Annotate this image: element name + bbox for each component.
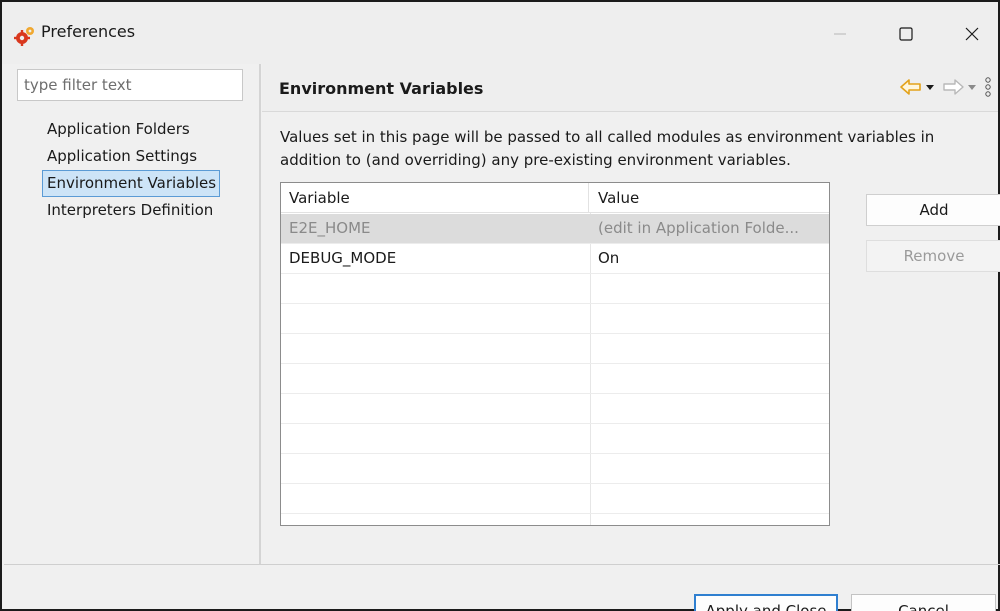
column-divider — [829, 183, 830, 526]
window-title: Preferences — [41, 22, 136, 41]
cell-variable: DEBUG_MODE — [289, 249, 397, 267]
table-row[interactable]: E2E_HOME (edit in Application Folde... — [281, 214, 829, 244]
nav-item-environment-variables[interactable]: Environment Variables — [42, 170, 221, 197]
close-icon — [965, 27, 979, 41]
cell-variable — [281, 334, 589, 363]
table-row — [281, 514, 829, 525]
variables-table: Variable Value E2E_HOME (edit in Applica… — [280, 182, 830, 526]
cell-value — [590, 484, 828, 513]
table-row — [281, 364, 829, 394]
close-button[interactable] — [952, 14, 992, 54]
maximize-button[interactable] — [886, 14, 926, 54]
add-button[interactable]: Add — [866, 194, 1000, 226]
filter-input[interactable] — [17, 69, 243, 101]
nav-item-application-folders[interactable]: Application Folders — [42, 116, 220, 143]
maximize-icon — [899, 27, 913, 41]
forward-dropdown[interactable] — [966, 82, 978, 92]
preferences-window: Preferences Application Folders Applicat… — [0, 0, 1000, 611]
cell-variable — [281, 484, 589, 513]
cell-variable — [281, 454, 589, 483]
page-header: Environment Variables — [262, 64, 998, 112]
forward-arrow-icon — [943, 79, 964, 95]
forward-button[interactable] — [942, 79, 964, 95]
table-body: E2E_HOME (edit in Application Folde... D… — [281, 214, 829, 525]
back-dropdown[interactable] — [924, 82, 936, 92]
cell-variable: E2E_HOME — [289, 219, 371, 237]
cell-value — [590, 424, 828, 453]
cell-variable — [281, 394, 589, 423]
cell-value — [590, 364, 828, 393]
apply-and-close-button[interactable]: Apply and Close — [694, 594, 838, 611]
view-menu-button[interactable] — [984, 76, 992, 98]
cell-value: On — [598, 249, 620, 267]
table-row — [281, 424, 829, 454]
pane-divider[interactable] — [259, 64, 261, 564]
table-header: Variable Value — [281, 183, 829, 213]
footer-divider — [4, 564, 1000, 565]
back-button[interactable] — [900, 79, 922, 95]
column-header-variable[interactable]: Variable — [281, 183, 589, 213]
title-bar[interactable]: Preferences — [2, 2, 998, 64]
table-row — [281, 484, 829, 514]
page-title: Environment Variables — [279, 79, 484, 98]
cell-value — [590, 334, 828, 363]
gear-icon — [14, 25, 34, 46]
cell-value — [590, 454, 828, 483]
page-description: Values set in this page will be passed t… — [280, 128, 935, 169]
cell-value: (edit in Application Folde... — [598, 219, 799, 237]
cell-value — [590, 394, 828, 423]
table-row — [281, 274, 829, 304]
cell-variable — [281, 274, 589, 303]
nav-item-interpreters-definition[interactable]: Interpreters Definition — [42, 197, 220, 224]
cell-variable — [281, 364, 589, 393]
cell-variable — [281, 304, 589, 333]
page-navigation — [900, 72, 992, 102]
column-header-value[interactable]: Value — [590, 183, 829, 213]
cell-variable — [281, 424, 589, 453]
cell-variable — [281, 514, 589, 525]
cell-value — [590, 274, 828, 303]
view-menu-icon — [985, 77, 991, 97]
table-row — [281, 454, 829, 484]
table-row — [281, 304, 829, 334]
table-row — [281, 334, 829, 364]
cell-value — [590, 514, 828, 525]
nav-item-application-settings[interactable]: Application Settings — [42, 143, 220, 170]
back-arrow-icon — [900, 79, 921, 95]
back-dropdown-icon — [926, 85, 934, 90]
cancel-button[interactable]: Cancel — [851, 594, 996, 611]
minimize-button[interactable] — [820, 14, 860, 54]
remove-button[interactable]: Remove — [866, 240, 1000, 272]
minimize-icon — [834, 33, 846, 35]
forward-dropdown-icon — [968, 85, 976, 90]
table-row[interactable]: DEBUG_MODE On — [281, 244, 829, 274]
preference-tree: Application Folders Application Settings… — [42, 116, 221, 224]
table-row — [281, 394, 829, 424]
cell-value — [590, 304, 828, 333]
